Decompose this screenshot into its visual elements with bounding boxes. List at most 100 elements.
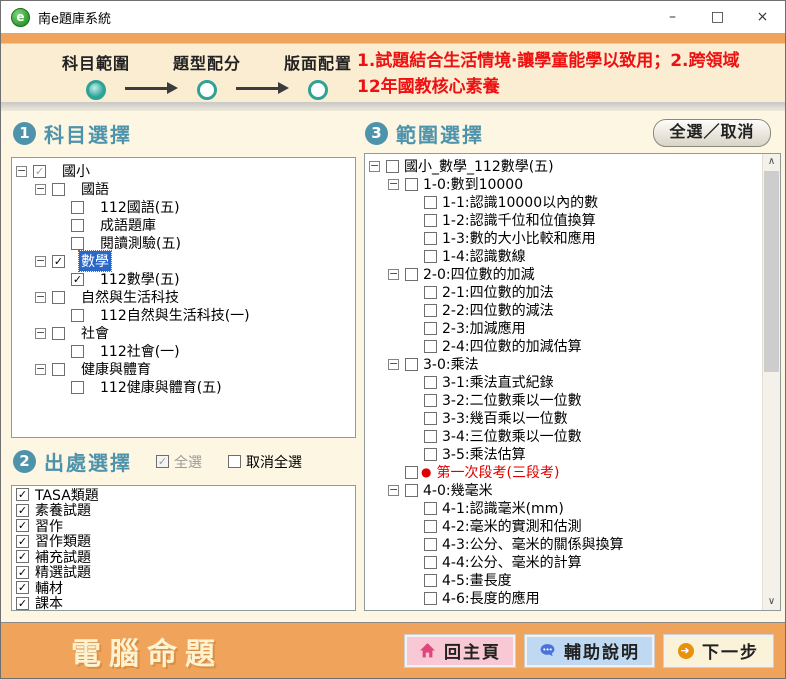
tree-node[interactable]: 112社會(一) xyxy=(12,342,355,360)
checkbox[interactable] xyxy=(424,286,437,299)
tree-node[interactable]: −✓ 國小 xyxy=(12,162,355,180)
select-toggle-button[interactable]: 全選／取消 xyxy=(653,119,771,147)
tree-node-label[interactable]: 2-4:四位數的加減估算 xyxy=(440,336,584,356)
collapse-expander-icon[interactable]: − xyxy=(369,161,380,172)
collapse-expander-icon[interactable]: − xyxy=(35,184,46,195)
tree-node-label[interactable]: 社會 xyxy=(79,323,111,343)
tree-node[interactable]: 2-4:四位數的加減估算 xyxy=(365,337,762,355)
tree-node[interactable]: 2-3:加減應用 xyxy=(365,319,762,337)
collapse-expander-icon[interactable]: − xyxy=(16,166,27,177)
tree-node[interactable]: 112健康與體育(五) xyxy=(12,378,355,396)
checkbox[interactable] xyxy=(424,520,437,533)
collapse-expander-icon[interactable]: − xyxy=(388,179,399,190)
checkbox[interactable] xyxy=(71,309,84,322)
checkbox[interactable] xyxy=(424,556,437,569)
tree-node[interactable]: 3-2:二位數乘以一位數 xyxy=(365,391,762,409)
tree-node-label[interactable]: 國小 xyxy=(60,161,92,181)
collapse-expander-icon[interactable]: − xyxy=(35,256,46,267)
tree-node[interactable]: 112國語(五) xyxy=(12,198,355,216)
tree-node-label[interactable]: 1-4:認識數線 xyxy=(440,246,528,266)
tree-node-label[interactable]: 4-4:公分、毫米的計算 xyxy=(440,552,584,572)
tree-node[interactable]: 4-4:公分、毫米的計算 xyxy=(365,553,762,571)
tree-node-label[interactable]: 4-2:毫米的實測和估測 xyxy=(440,516,584,536)
checkbox[interactable] xyxy=(424,574,437,587)
tree-node-label[interactable]: 2-2:四位數的減法 xyxy=(440,300,556,320)
scroll-down-icon[interactable]: ∨ xyxy=(763,594,780,610)
checkbox[interactable] xyxy=(424,394,437,407)
checkbox[interactable]: ✓ xyxy=(16,504,29,517)
tree-node-label[interactable]: 4-5:畫長度 xyxy=(440,570,514,590)
collapse-expander-icon[interactable]: − xyxy=(35,292,46,303)
checkbox[interactable] xyxy=(424,448,437,461)
list-item[interactable]: ✓課本 xyxy=(12,596,355,612)
maximize-button[interactable]: □ xyxy=(695,1,740,33)
deselect-all-checkbox[interactable] xyxy=(228,455,241,468)
checkbox[interactable] xyxy=(424,502,437,515)
close-button[interactable]: × xyxy=(740,1,785,33)
step-page-layout[interactable]: 版面配置 xyxy=(275,50,361,102)
checkbox[interactable] xyxy=(71,381,84,394)
collapse-expander-icon[interactable]: − xyxy=(388,485,399,496)
collapse-expander-icon[interactable]: − xyxy=(35,364,46,375)
checkbox[interactable] xyxy=(52,363,65,376)
collapse-expander-icon[interactable]: − xyxy=(388,359,399,370)
tree-node-label[interactable]: 112社會(一) xyxy=(98,341,182,361)
tree-node-label[interactable]: 閱讀測驗(五) xyxy=(98,233,183,253)
tree-node[interactable]: 1-4:認識數線 xyxy=(365,247,762,265)
tree-node-label[interactable]: 2-3:加減應用 xyxy=(440,318,528,338)
tree-node[interactable]: − 4-0:幾毫米 xyxy=(365,481,762,499)
checkbox[interactable] xyxy=(424,304,437,317)
checkbox[interactable]: ✓ xyxy=(16,519,29,532)
tree-node-label[interactable]: 1-0:數到10000 xyxy=(421,174,525,194)
checkbox[interactable] xyxy=(424,538,437,551)
checkbox[interactable]: ✓ xyxy=(16,566,29,579)
checkbox[interactable] xyxy=(424,214,437,227)
help-button[interactable]: 輔助說明 xyxy=(525,635,654,667)
checkbox[interactable]: ✓ xyxy=(16,488,29,501)
checkbox[interactable] xyxy=(424,412,437,425)
tree-node[interactable]: −3-0:乘法 xyxy=(365,355,762,373)
step-question-allocation[interactable]: 題型配分 xyxy=(164,50,250,102)
list-item[interactable]: ✓素養試題 xyxy=(12,503,355,519)
checkbox[interactable] xyxy=(405,358,418,371)
checkbox[interactable] xyxy=(405,178,418,191)
tree-node-label[interactable]: 1-3:數的大小比較和應用 xyxy=(440,228,598,248)
tree-node-label[interactable]: 112數學(五) xyxy=(98,269,182,289)
tree-node[interactable]: 2-2:四位數的減法 xyxy=(365,301,762,319)
tree-node-label[interactable]: 3-3:幾百乘以一位數 xyxy=(440,408,570,428)
tree-node-label[interactable]: 2-1:四位數的加法 xyxy=(440,282,556,302)
checkbox[interactable] xyxy=(424,376,437,389)
tree-node-label[interactable]: 自然與生活科技 xyxy=(79,287,181,307)
tree-node[interactable]: −社會 xyxy=(12,324,355,342)
tree-node-label[interactable]: 數學 xyxy=(79,251,111,271)
tree-node[interactable]: 1-3:數的大小比較和應用 xyxy=(365,229,762,247)
list-item[interactable]: ✓精選試題 xyxy=(12,565,355,581)
tree-node[interactable]: 3-3:幾百乘以一位數 xyxy=(365,409,762,427)
checkbox[interactable]: ✓ xyxy=(16,581,29,594)
tree-node[interactable]: 112自然與生活科技(一) xyxy=(12,306,355,324)
tree-node[interactable]: −國語 xyxy=(12,180,355,198)
tree-node-label[interactable]: 4-0:幾毫米 xyxy=(421,480,495,500)
tree-node-label[interactable]: 3-2:二位數乘以一位數 xyxy=(440,390,584,410)
checkbox[interactable] xyxy=(424,430,437,443)
checkbox[interactable]: ✓ xyxy=(33,165,46,178)
tree-node[interactable]: 成語題庫 xyxy=(12,216,355,234)
tree-node[interactable]: 4-6:長度的應用 xyxy=(365,589,762,607)
checkbox[interactable] xyxy=(424,322,437,335)
minimize-button[interactable]: – xyxy=(650,1,695,33)
tree-node-label[interactable]: 4-1:認識毫米(mm) xyxy=(440,498,566,518)
checkbox[interactable]: ✓ xyxy=(71,273,84,286)
checkbox[interactable] xyxy=(424,592,437,605)
tree-node-label[interactable]: 112國語(五) xyxy=(98,197,182,217)
checkbox[interactable] xyxy=(386,160,399,173)
tree-node-label[interactable]: 健康與體育 xyxy=(79,359,153,379)
checkbox[interactable] xyxy=(424,250,437,263)
tree-node[interactable]: 4-2:毫米的實測和估測 xyxy=(365,517,762,535)
deselect-all-option[interactable]: 取消全選 xyxy=(228,452,302,472)
checkbox[interactable]: ✓ xyxy=(52,255,65,268)
tree-node-label[interactable]: 1-2:認識千位和位值換算 xyxy=(440,210,598,230)
checkbox[interactable] xyxy=(71,219,84,232)
checkbox[interactable] xyxy=(424,196,437,209)
checkbox[interactable] xyxy=(405,484,418,497)
tree-node[interactable]: 閱讀測驗(五) xyxy=(12,234,355,252)
